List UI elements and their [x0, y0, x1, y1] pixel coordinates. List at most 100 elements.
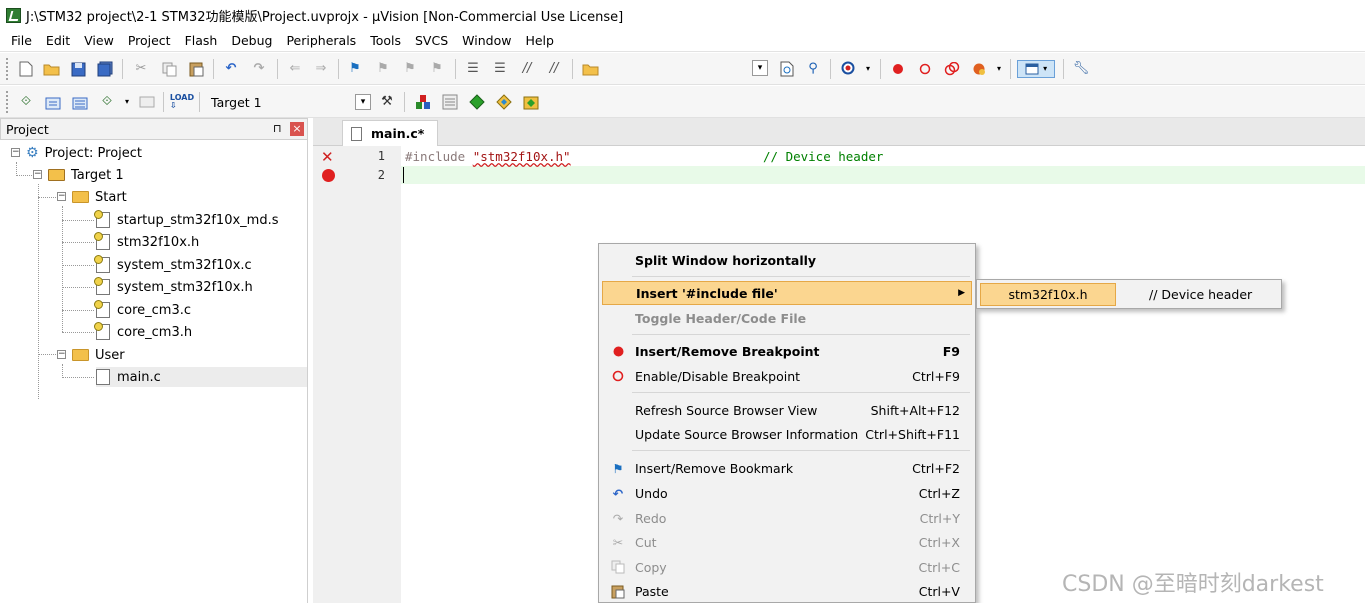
indent-icon[interactable]: ☰ [464, 60, 482, 78]
target-dropdown-icon[interactable]: ▾ [355, 94, 371, 110]
breakpoint-dropdown-icon[interactable]: ▾ [990, 60, 1008, 78]
close-panel-icon[interactable]: × [290, 122, 304, 136]
batch-build-icon[interactable]: ⟐ [98, 93, 116, 111]
prev-bookmark-icon[interactable]: ⚑ [374, 60, 392, 78]
menu-window[interactable]: Window [455, 30, 518, 52]
menu-svcs[interactable]: SVCS [408, 30, 455, 52]
redo-icon[interactable]: ↷ [250, 60, 268, 78]
build-icon[interactable] [44, 93, 62, 111]
tree-item-group-start[interactable]: Start [72, 187, 127, 207]
tree-item-file[interactable]: stm32f10x.h [94, 232, 199, 252]
run-time-environment-icon[interactable] [522, 93, 540, 111]
collapse-user-group-toggle[interactable]: − [57, 350, 66, 359]
options-for-target-icon[interactable]: ⚒ [378, 93, 396, 111]
uncomment-icon[interactable]: // [545, 60, 563, 78]
menu-item-insert-remove-breakpoint[interactable]: Insert/Remove Breakpoint F9 [602, 339, 972, 363]
translate-icon[interactable]: ⟐ [17, 93, 35, 111]
menu-item-paste[interactable]: Paste Ctrl+V [602, 579, 972, 603]
rebuild-icon[interactable] [71, 93, 89, 111]
target-select[interactable]: Target 1 ▾ [205, 92, 371, 112]
submenu-arrow-icon: ▶ [958, 288, 965, 298]
tab-main-c[interactable]: main.c* [342, 120, 438, 146]
incremental-find-icon[interactable]: ⚲ [804, 60, 822, 78]
paste-icon[interactable] [187, 60, 205, 78]
menu-item-split-window[interactable]: Split Window horizontally [602, 248, 972, 272]
undo-icon[interactable]: ↶ [222, 60, 240, 78]
copy-icon[interactable] [160, 60, 178, 78]
tree-item-file[interactable]: core_cm3.h [94, 322, 192, 342]
file-extensions-icon[interactable] [414, 93, 432, 111]
configure-wrench-icon[interactable]: 🔧︎ [1072, 60, 1090, 78]
menu-item-cut[interactable]: ✂ Cut Ctrl+X [602, 530, 972, 554]
tree-item-file[interactable]: startup_stm32f10x_md.s [94, 210, 278, 230]
breakpoint-enable-icon[interactable] [916, 60, 934, 78]
collapse-start-group-toggle[interactable]: − [57, 192, 66, 201]
save-icon[interactable] [69, 60, 87, 78]
submenu-item-stm32f10x-h[interactable]: stm32f10x.h [980, 283, 1116, 306]
menu-help[interactable]: Help [518, 30, 561, 52]
bookmark-icon[interactable]: ⚑ [346, 60, 364, 78]
manage-components-icon[interactable] [441, 93, 459, 111]
find-icon[interactable] [778, 60, 796, 78]
debug-dropdown-icon[interactable]: ▾ [859, 60, 877, 78]
breakpoint-icon[interactable] [322, 169, 335, 182]
code-line-1[interactable]: #include "stm32f10x.h" // Device header [405, 149, 883, 164]
window-layout-icon[interactable]: ▾ [1017, 60, 1055, 78]
menu-project[interactable]: Project [121, 30, 178, 52]
toolbar-grip[interactable] [6, 58, 9, 80]
find-in-files-icon[interactable] [581, 60, 599, 78]
find-combo-dropdown[interactable]: ▾ [752, 60, 768, 76]
menu-file[interactable]: File [4, 30, 39, 52]
menu-item-enable-disable-breakpoint[interactable]: Enable/Disable Breakpoint Ctrl+F9 [602, 364, 972, 388]
pack-installer-icon[interactable] [495, 93, 513, 111]
collapse-target-toggle[interactable]: − [33, 170, 42, 179]
navigate-forward-icon[interactable]: ⇒ [312, 60, 330, 78]
breakpoint-kill-all-icon[interactable] [970, 60, 988, 78]
select-packs-icon[interactable] [468, 93, 486, 111]
collapse-project-toggle[interactable]: − [11, 148, 20, 157]
menu-item-redo[interactable]: ↷ Redo Ctrl+Y [602, 506, 972, 530]
tree-item-file[interactable]: system_stm32f10x.c [94, 255, 252, 275]
toolbar-grip[interactable] [6, 91, 9, 113]
navigate-back-icon[interactable]: ⇐ [286, 60, 304, 78]
error-mark-icon: ✕ [321, 148, 334, 166]
menu-item-toggle-header[interactable]: Toggle Header/Code File [602, 306, 972, 330]
menu-debug[interactable]: Debug [224, 30, 279, 52]
menu-tools[interactable]: Tools [363, 30, 408, 52]
unindent-icon[interactable]: ☰ [491, 60, 509, 78]
cut-icon[interactable]: ✂ [132, 60, 150, 78]
window-title: J:\STM32 project\2-1 STM32功能模版\Project.u… [26, 9, 624, 25]
tree-item-project-root[interactable]: ⚙ Project: Project [26, 143, 142, 163]
menu-view[interactable]: View [77, 30, 121, 52]
tree-item-label: Project: Project [44, 145, 143, 161]
menu-item-insert-remove-bookmark[interactable]: ⚑ Insert/Remove Bookmark Ctrl+F2 [602, 456, 972, 480]
batch-build-dropdown-icon[interactable]: ▾ [118, 93, 136, 111]
clear-bookmarks-icon[interactable]: ⚑ [428, 60, 446, 78]
include-directive: #include [405, 149, 473, 164]
menu-item-undo[interactable]: ↶ Undo Ctrl+Z [602, 481, 972, 505]
menu-item-copy[interactable]: Copy Ctrl+C [602, 555, 972, 579]
editor-gutter[interactable]: ✕ 1 2 [313, 146, 401, 603]
menu-item-refresh-source-browser[interactable]: Refresh Source Browser View Shift+Alt+F12 [602, 398, 972, 422]
download-load-icon[interactable]: LOAD ⇩ [170, 93, 194, 111]
menu-item-update-source-browser[interactable]: Update Source Browser Information Ctrl+Sh… [602, 422, 972, 446]
pin-icon[interactable]: ⊓ [273, 122, 282, 135]
save-all-icon[interactable] [96, 60, 114, 78]
new-file-icon[interactable] [17, 60, 35, 78]
open-file-icon[interactable] [42, 60, 60, 78]
menu-edit[interactable]: Edit [39, 30, 77, 52]
breakpoint-insert-icon[interactable] [889, 60, 907, 78]
menu-flash[interactable]: Flash [178, 30, 225, 52]
tree-item-file[interactable]: system_stm32f10x.h [94, 277, 253, 297]
tree-item-file[interactable]: core_cm3.c [94, 300, 191, 320]
stop-build-icon[interactable] [138, 93, 156, 111]
tree-item-file-selected[interactable]: main.c [96, 367, 307, 387]
comment-icon[interactable]: // [518, 60, 536, 78]
next-bookmark-icon[interactable]: ⚑ [401, 60, 419, 78]
tree-item-group-user[interactable]: User [72, 345, 125, 365]
breakpoint-disable-all-icon[interactable] [943, 60, 961, 78]
tree-item-target[interactable]: Target 1 [48, 165, 124, 185]
menu-item-insert-include[interactable]: Insert '#include file' ▶ [602, 281, 972, 305]
menu-peripherals[interactable]: Peripherals [279, 30, 363, 52]
debug-session-icon[interactable] [840, 60, 858, 78]
